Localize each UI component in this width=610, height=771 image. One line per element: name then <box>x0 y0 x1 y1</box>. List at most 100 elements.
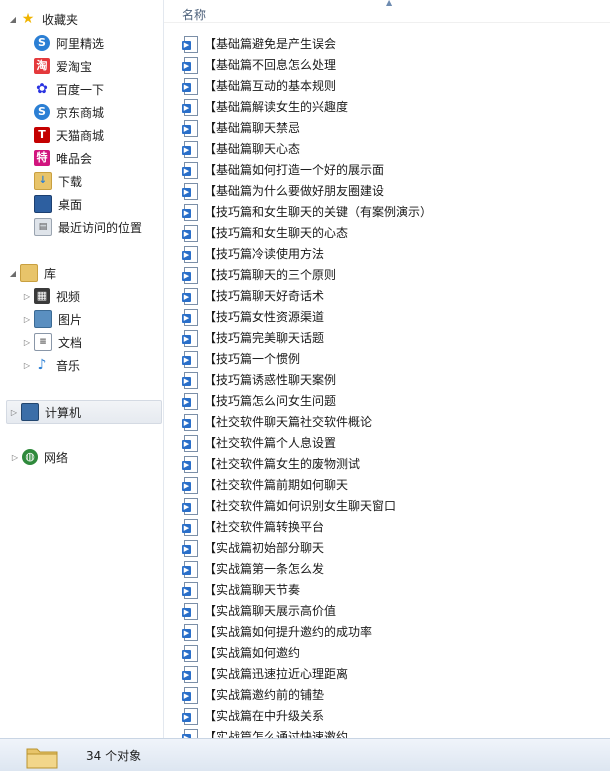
sort-ascending-icon: ▲ <box>386 0 393 7</box>
sidebar-item-ali[interactable]: S 阿里精选 <box>34 32 104 54</box>
file-item[interactable]: ▶ 【社交软件篇女生的废物测试 <box>182 453 360 474</box>
file-item[interactable]: ▶ 【社交软件篇前期如何聊天 <box>182 474 348 495</box>
baidu-icon: ✿ <box>34 81 50 97</box>
video-file-icon: ▶ <box>182 287 198 305</box>
item-count: 34 个对象 <box>86 749 142 763</box>
file-item[interactable]: ▶ 【实战篇如何邀约 <box>182 642 300 663</box>
header-divider <box>164 22 610 23</box>
libraries-label: 库 <box>44 266 57 281</box>
expand-arrow-icon[interactable]: ▷ <box>9 408 19 417</box>
libraries-header[interactable]: ◢ 库 <box>8 262 56 284</box>
computer-icon <box>21 403 39 421</box>
file-item[interactable]: ▶ 【实战篇聊天节奏 <box>182 579 300 600</box>
collapse-arrow-icon[interactable]: ◢ <box>8 269 18 278</box>
sidebar-item-jd[interactable]: S 京东商城 <box>34 101 104 123</box>
file-item[interactable]: ▶ 【社交软件篇转换平台 <box>182 516 324 537</box>
file-item[interactable]: ▶ 【技巧篇聊天的三个原则 <box>182 264 336 285</box>
file-name: 【实战篇聊天展示高价值 <box>204 604 337 618</box>
name-column-header[interactable]: 名称 <box>182 6 206 23</box>
sidebar-item-download[interactable]: ↓ 下载 <box>34 170 82 192</box>
desktop-icon <box>34 195 52 213</box>
file-item[interactable]: ▶ 【技巧篇怎么问女生问题 <box>182 390 336 411</box>
file-item[interactable]: ▶ 【技巧篇完美聊天话题 <box>182 327 324 348</box>
sidebar-item-video[interactable]: ▷ ▦ 视频 <box>22 285 80 307</box>
video-file-icon: ▶ <box>182 602 198 620</box>
file-item[interactable]: ▶ 【基础篇如何打造一个好的展示面 <box>182 159 384 180</box>
file-item[interactable]: ▶ 【社交软件篇个人息设置 <box>182 432 336 453</box>
sidebar-item-computer[interactable]: ▷ 计算机 <box>6 400 162 424</box>
file-item[interactable]: ▶ 【技巧篇冷读使用方法 <box>182 243 324 264</box>
video-file-icon: ▶ <box>182 224 198 242</box>
file-item[interactable]: ▶ 【实战篇怎么通过快速邀约 <box>182 726 348 738</box>
sidebar-item-taobao[interactable]: 淘 爱淘宝 <box>34 55 92 77</box>
video-file-icon: ▶ <box>182 392 198 410</box>
video-file-icon: ▶ <box>182 245 198 263</box>
file-item[interactable]: ▶ 【社交软件聊天篇社交软件概论 <box>182 411 372 432</box>
file-item[interactable]: ▶ 【技巧篇和女生聊天的心态 <box>182 222 348 243</box>
sidebar-item-label: 唯品会 <box>56 151 93 166</box>
file-name: 【技巧篇完美聊天话题 <box>204 331 325 345</box>
sidebar-item-label: 网络 <box>44 450 69 465</box>
sidebar-item-music[interactable]: ▷ ♪ 音乐 <box>22 354 80 376</box>
expand-arrow-icon[interactable]: ▷ <box>22 361 32 370</box>
sidebar-item-label: 视频 <box>56 289 81 304</box>
sidebar-item-baidu[interactable]: ✿ 百度一下 <box>34 78 104 100</box>
file-item[interactable]: ▶ 【技巧篇诱惑性聊天案例 <box>182 369 336 390</box>
video-file-icon: ▶ <box>182 98 198 116</box>
file-name: 【技巧篇聊天的三个原则 <box>204 268 337 282</box>
file-item[interactable]: ▶ 【实战篇如何提升邀约的成功率 <box>182 621 372 642</box>
folder-icon <box>26 748 58 769</box>
file-item[interactable]: ▶ 【实战篇第一条怎么发 <box>182 558 324 579</box>
file-item[interactable]: ▶ 【实战篇在中升级关系 <box>182 705 324 726</box>
file-item[interactable]: ▶ 【基础篇互动的基本规则 <box>182 75 336 96</box>
sidebar-item-label: 下载 <box>58 174 83 189</box>
file-name: 【技巧篇聊天好奇话术 <box>204 289 325 303</box>
file-name: 【基础篇聊天禁忌 <box>204 121 301 135</box>
video-file-icon: ▶ <box>182 119 198 137</box>
file-item[interactable]: ▶ 【基础篇不回息怎么处理 <box>182 54 336 75</box>
file-item[interactable]: ▶ 【实战篇初始部分聊天 <box>182 537 324 558</box>
expand-arrow-icon[interactable]: ▷ <box>22 338 32 347</box>
video-file-icon: ▶ <box>182 35 198 53</box>
video-file-icon: ▶ <box>182 182 198 200</box>
file-item[interactable]: ▶ 【实战篇迅速拉近心理距离 <box>182 663 348 684</box>
sidebar-item-desktop[interactable]: 桌面 <box>34 193 82 215</box>
file-item[interactable]: ▶ 【技巧篇聊天好奇话术 <box>182 285 324 306</box>
file-item[interactable]: ▶ 【基础篇聊天禁忌 <box>182 117 300 138</box>
sidebar-item-label: 图片 <box>58 312 83 327</box>
file-name: 【实战篇初始部分聊天 <box>204 541 325 555</box>
library-icon <box>20 264 38 282</box>
file-item[interactable]: ▶ 【基础篇解读女生的兴趣度 <box>182 96 348 117</box>
favorites-header[interactable]: ◢ ★ 收藏夹 <box>8 8 78 30</box>
file-item[interactable]: ▶ 【社交软件篇如何识别女生聊天窗口 <box>182 495 396 516</box>
recent-places-icon: ▤ <box>34 218 52 236</box>
file-item[interactable]: ▶ 【基础篇避免是产生误会 <box>182 33 336 54</box>
file-name: 【实战篇邀约前的铺垫 <box>204 688 325 702</box>
expand-arrow-icon[interactable]: ▷ <box>22 292 32 301</box>
file-name: 【基础篇不回息怎么处理 <box>204 58 337 72</box>
file-item[interactable]: ▶ 【基础篇聊天心态 <box>182 138 300 159</box>
file-name: 【基础篇聊天心态 <box>204 142 301 156</box>
expand-arrow-icon[interactable]: ▷ <box>22 315 32 324</box>
collapse-arrow-icon[interactable]: ◢ <box>8 15 18 24</box>
file-item[interactable]: ▶ 【实战篇邀约前的铺垫 <box>182 684 324 705</box>
video-file-icon: ▶ <box>182 686 198 704</box>
file-name: 【实战篇怎么通过快速邀约 <box>204 730 349 738</box>
file-name: 【实战篇如何邀约 <box>204 646 301 660</box>
file-item[interactable]: ▶ 【实战篇聊天展示高价值 <box>182 600 336 621</box>
file-item[interactable]: ▶ 【技巧篇和女生聊天的关键（有案例演示） <box>182 201 432 222</box>
expand-arrow-icon[interactable]: ▷ <box>10 453 20 462</box>
file-item[interactable]: ▶ 【基础篇为什么要做好朋友圈建设 <box>182 180 384 201</box>
jd-icon: S <box>34 104 50 120</box>
sidebar-item-recent[interactable]: ▤ 最近访问的位置 <box>34 216 142 238</box>
sidebar-item-network[interactable]: ▷ ◍ 网络 <box>10 446 68 468</box>
sidebar-item-documents[interactable]: ▷ ≡ 文档 <box>22 331 82 353</box>
tmall-icon: T <box>34 127 50 143</box>
sidebar-item-vip[interactable]: 特 唯品会 <box>34 147 92 169</box>
video-file-icon: ▶ <box>182 329 198 347</box>
sidebar-item-pictures[interactable]: ▷ 图片 <box>22 308 82 330</box>
file-item[interactable]: ▶ 【技巧篇一个惯例 <box>182 348 300 369</box>
file-name: 【技巧篇怎么问女生问题 <box>204 394 337 408</box>
file-item[interactable]: ▶ 【技巧篇女性资源渠道 <box>182 306 324 327</box>
sidebar-item-tmall[interactable]: T 天猫商城 <box>34 124 104 146</box>
